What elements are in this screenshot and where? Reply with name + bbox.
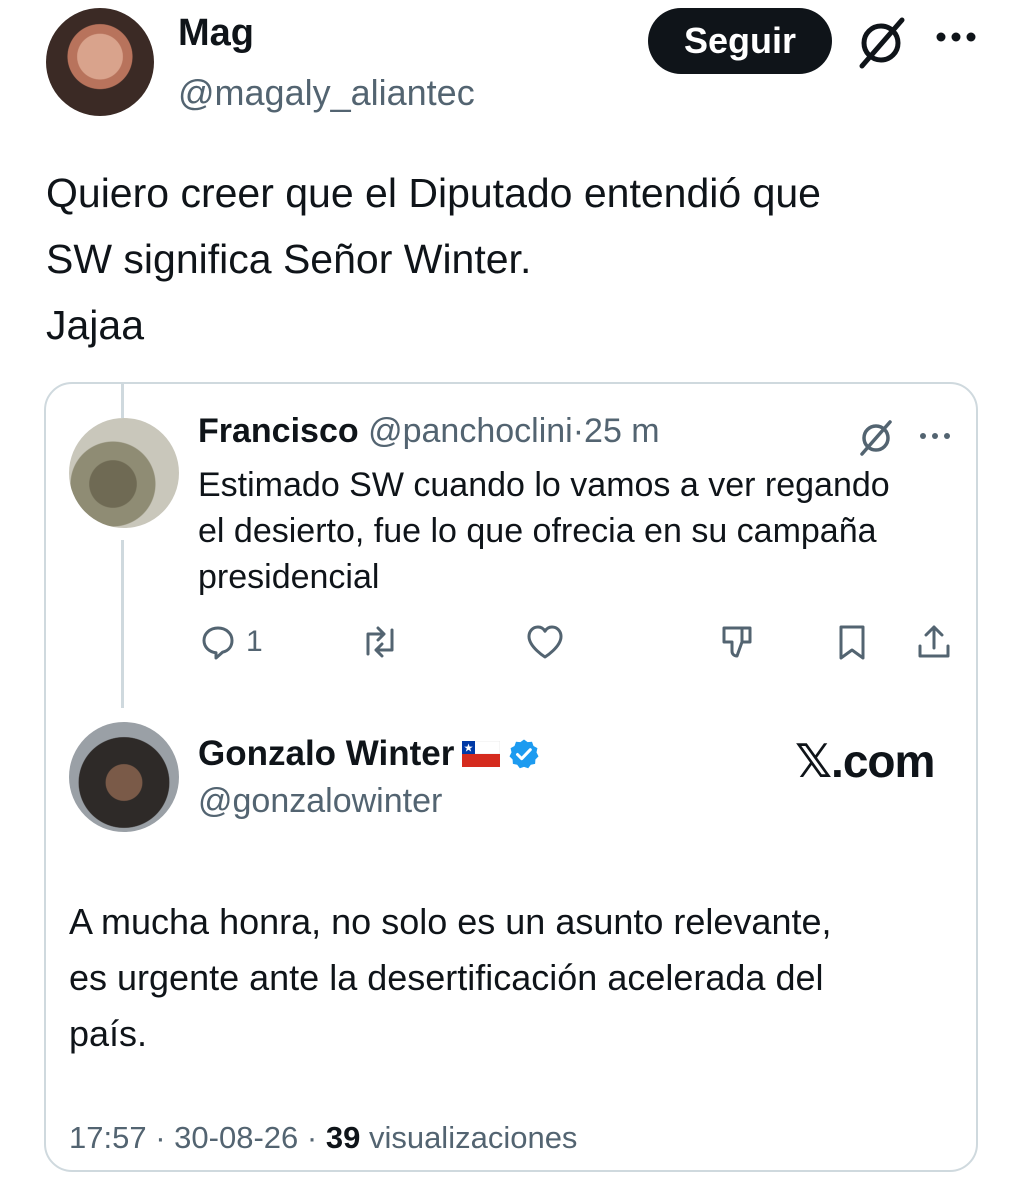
share-action	[914, 622, 954, 662]
separator: ·	[572, 412, 585, 450]
post-time: 17:57	[69, 1120, 147, 1155]
thread-line	[121, 384, 124, 418]
views-label: visualizaciones	[368, 1120, 578, 1155]
verified-badge-icon	[509, 739, 539, 769]
bookmark-icon	[839, 625, 865, 660]
quoted-author-row: Gonzalo Winter	[198, 734, 540, 774]
like-action	[524, 622, 566, 662]
quoted-post-text-line: país.	[69, 1013, 148, 1054]
like-icon	[527, 625, 563, 659]
author-handle[interactable]: @magaly_aliantec	[178, 72, 475, 114]
author-name[interactable]: Mag	[178, 12, 254, 55]
post-text-line: Jajaa	[46, 302, 145, 348]
reply-text-line: el desierto, fue lo que ofrecia en su ca…	[198, 512, 877, 550]
author-avatar[interactable]	[46, 8, 154, 116]
reply-author-name: Francisco	[198, 412, 359, 450]
reply-author-handle: @panchoclini	[368, 412, 573, 450]
quoted-author-avatar	[69, 722, 179, 832]
grok-icon[interactable]	[852, 14, 910, 72]
retweet-icon	[366, 626, 394, 658]
retweet-action	[358, 622, 402, 662]
quoted-author-handle: @gonzalowinter	[198, 782, 443, 820]
post-text-line: Quiero creer que el Diputado entendió qu…	[46, 170, 821, 216]
views-count: 39	[325, 1120, 361, 1155]
bookmark-action	[834, 622, 870, 662]
post-text-line: SW significa Señor Winter.	[46, 236, 532, 282]
share-icon	[918, 625, 950, 658]
reply-header: Francisco @panchoclini·25 m	[198, 412, 660, 451]
reply-text: Estimado SW cuando lo vamos a ver regand…	[198, 462, 958, 600]
reply-count: 1	[246, 625, 263, 658]
separator: ·	[306, 1120, 318, 1155]
chile-flag-icon	[462, 741, 501, 767]
thread-line	[121, 540, 124, 708]
reply-action: 1	[198, 622, 263, 662]
watermark: 𝕏.com	[795, 735, 935, 787]
dislike-action	[716, 622, 758, 662]
reply-text-line: presidencial	[198, 558, 380, 596]
quoted-post-text-line: es urgente ante la desertificación acele…	[69, 957, 824, 998]
reply-icon	[202, 626, 234, 660]
reply-time: 25 m	[584, 412, 660, 450]
reply-author-avatar	[69, 418, 179, 528]
dislike-icon	[722, 626, 752, 658]
grok-icon	[860, 420, 892, 456]
more-icon	[920, 433, 950, 439]
more-icon[interactable]	[934, 30, 978, 44]
quoted-post-text: A mucha honra, no solo es un asunto rele…	[69, 894, 969, 1062]
follow-button[interactable]: Seguir	[648, 8, 832, 74]
reply-text-line: Estimado SW cuando lo vamos a ver regand…	[198, 466, 890, 504]
separator: ·	[155, 1120, 166, 1155]
quoted-post-text-line: A mucha honra, no solo es un asunto rele…	[69, 901, 832, 942]
quoted-post-meta: 17:57 · 30-08-26 · 39 visualizaciones	[69, 1120, 577, 1156]
post-date: 30-08-26	[174, 1120, 299, 1155]
post-text: Quiero creer que el Diputado entendió qu…	[46, 160, 986, 358]
quoted-author-name: Gonzalo Winter	[198, 734, 455, 773]
